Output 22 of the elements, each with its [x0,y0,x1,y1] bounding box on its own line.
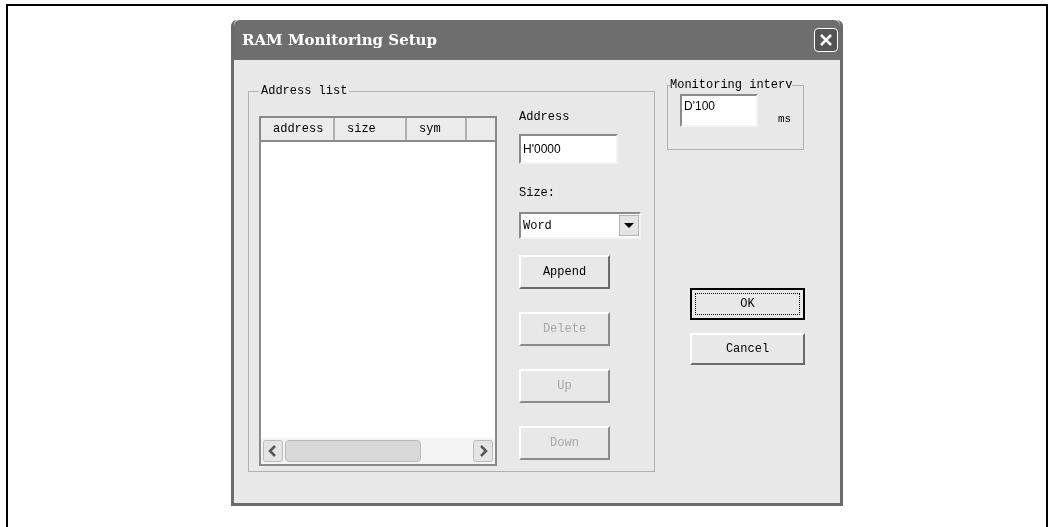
size-dropdown[interactable]: Word [519,212,641,239]
scroll-thumb[interactable] [285,440,421,462]
column-header[interactable]: size [335,118,407,140]
group-label: Monitoring interv [670,77,793,94]
column-header[interactable]: address [261,118,335,140]
horizontal-scrollbar[interactable] [261,438,495,464]
close-button[interactable] [814,28,838,52]
address-field[interactable]: H'0000 [519,134,618,164]
group-label: Address list [260,83,349,100]
list-action-button[interactable]: Append [519,255,610,289]
scroll-left-icon[interactable] [263,440,283,462]
window-title: RAM Monitoring Setup [242,29,437,51]
column-header[interactable]: sym [407,118,467,140]
dialog-button[interactable]: Cancel [690,333,805,365]
address-label: Address [519,109,571,126]
unit-label: ms [778,111,792,127]
size-label: Size: [519,185,556,202]
scroll-right-icon[interactable] [473,440,493,462]
close-icon [819,33,833,47]
interval-field[interactable]: D'100 [680,94,758,127]
default-button[interactable]: OK [690,288,805,320]
dropdown-caret-icon[interactable] [619,215,639,236]
